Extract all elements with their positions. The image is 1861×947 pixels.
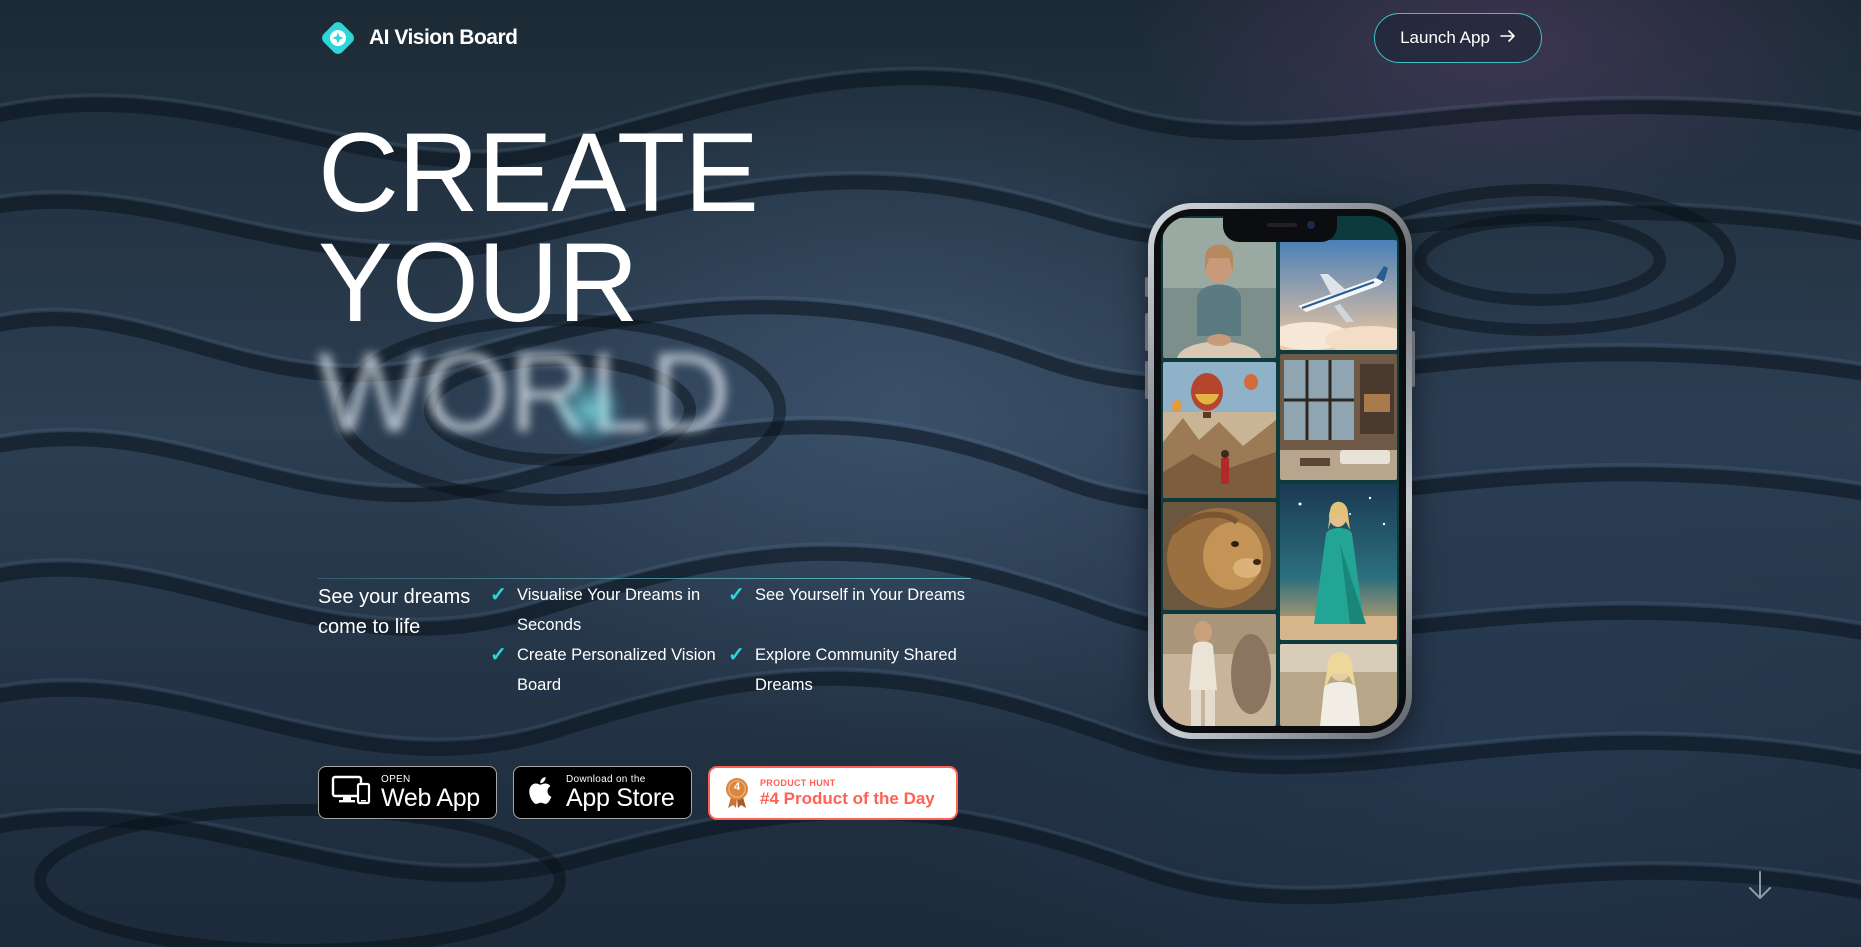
checkmark-icon: ✓ <box>490 644 507 666</box>
section-divider <box>318 578 971 579</box>
medal-icon: 4 <box>724 777 750 809</box>
product-hunt-badge[interactable]: 4 PRODUCT HUNT #4 Product of the Day <box>708 766 958 820</box>
brand-name: AI Vision Board <box>369 26 518 49</box>
apple-icon <box>526 773 556 812</box>
phone-notch <box>1223 216 1337 242</box>
web-app-badge[interactable]: OPEN Web App <box>318 766 497 819</box>
hero-line-1: CREATE <box>318 110 759 235</box>
feature-item: ✓ Explore Community Shared Dreams <box>728 640 966 700</box>
intro-tagline: See your dreams come to life <box>318 586 471 638</box>
feature-text: Explore Community Shared Dreams <box>755 646 957 694</box>
speaker-icon <box>1267 223 1297 227</box>
feature-text: See Yourself in Your Dreams <box>755 586 966 604</box>
hero-line-2: YOUR <box>318 220 639 345</box>
vision-tile-house[interactable] <box>1280 354 1397 480</box>
desktop-mobile-icon <box>331 774 371 811</box>
launch-app-button[interactable]: Launch App <box>1374 13 1542 63</box>
feature-text: Create Personalized Vision Board <box>517 646 716 694</box>
vision-tile-white-outfit[interactable] <box>1163 614 1276 726</box>
glow-orb <box>555 375 625 445</box>
product-hunt-big-text: #4 Product of the Day <box>760 789 935 808</box>
vision-tile-field[interactable] <box>1280 644 1397 726</box>
phone-mockup <box>1145 203 1415 739</box>
checkmark-icon: ✓ <box>728 644 745 666</box>
product-hunt-small-text: PRODUCT HUNT <box>760 778 836 788</box>
feature-text: Visualise Your Dreams in Seconds <box>517 586 701 634</box>
medal-rank: 4 <box>733 781 741 793</box>
scroll-down-icon[interactable] <box>1746 870 1774 902</box>
feature-item: ✓ Create Personalized Vision Board <box>490 640 728 700</box>
web-app-small-text: OPEN <box>381 773 411 785</box>
web-app-big-text: Web App <box>381 783 480 812</box>
app-store-badge[interactable]: Download on the App Store <box>513 766 692 819</box>
hero-headline: CREATE YOUR WORLD <box>318 110 759 455</box>
feature-item: ✓ Visualise Your Dreams in Seconds <box>490 580 728 640</box>
feature-list: ✓ Visualise Your Dreams in Seconds ✓ See… <box>490 580 980 700</box>
vision-tile-gown[interactable] <box>1280 484 1397 640</box>
phone-screen <box>1161 216 1399 726</box>
app-store-big-text: App Store <box>566 783 675 812</box>
checkmark-icon: ✓ <box>728 584 745 606</box>
vision-tile-balloons[interactable] <box>1163 362 1276 498</box>
download-badges: OPEN Web App Download on the App Store 4 <box>318 766 958 820</box>
checkmark-icon: ✓ <box>490 584 507 606</box>
feature-item: ✓ See Yourself in Your Dreams <box>728 580 966 640</box>
arrow-right-icon <box>1500 28 1516 48</box>
app-store-small-text: Download on the <box>566 773 646 785</box>
brand-logo[interactable]: AI Vision Board <box>319 19 518 57</box>
launch-app-label: Launch App <box>1400 28 1490 47</box>
vision-tile-lion[interactable] <box>1163 502 1276 610</box>
vision-tile-jet[interactable] <box>1280 240 1397 350</box>
hero-line-3: WORLD <box>318 330 731 455</box>
camera-icon <box>1307 221 1315 229</box>
logo-icon <box>319 19 357 57</box>
